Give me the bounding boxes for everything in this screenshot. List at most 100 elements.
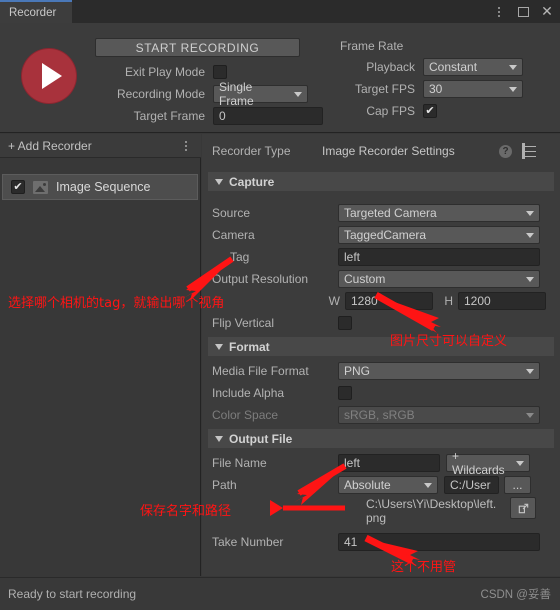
output-resolution-label: Output Resolution [212,272,309,286]
chevron-down-icon [516,460,524,466]
include-alpha-checkbox[interactable] [338,386,352,400]
playback-label: Playback [366,60,415,74]
record-button[interactable] [22,49,76,103]
recording-mode-dropdown[interactable]: Single Frame [213,80,308,108]
playback-value: Constant [429,60,478,74]
file-name-input[interactable]: left [338,454,440,472]
color-space-dropdown: sRGB, sRGB [338,406,540,424]
status-message: Ready to start recording [8,587,137,601]
wildcards-label: + Wildcards [452,449,505,477]
recorder-type-value: Image Recorder Settings [322,144,455,158]
recorder-type-row: Recorder Type Image Recorder Settings ? [202,141,560,161]
exit-play-mode-checkbox[interactable] [213,65,227,79]
chevron-down-icon [526,232,534,238]
target-frame-input[interactable]: 0 [213,107,323,125]
source-dropdown[interactable]: Targeted Camera [338,204,540,222]
chevron-down-icon [526,276,534,282]
cap-fps-row: Cap FPS ✔ [340,102,437,120]
recorder-window: Recorder ✕ START RECORDING Exit Play Mod… [0,0,560,610]
window-controls: ✕ [492,0,554,23]
section-format-title: Format [229,339,270,354]
section-capture-title: Capture [229,174,275,189]
path-input-value: C:/User [450,478,491,492]
source-value: Targeted Camera [344,206,437,220]
width-prefix-label: W [328,294,340,308]
kebab-menu-icon[interactable] [492,5,506,19]
path-type-dropdown[interactable]: Absolute [338,476,438,494]
recording-mode-row: Recording Mode Single Frame [95,80,308,108]
target-fps-row: Target FPS 30 [340,80,523,98]
image-icon [33,180,48,194]
section-output-file[interactable]: Output File [208,429,554,448]
chevron-down-icon [509,86,517,92]
chevron-down-icon [215,343,223,350]
tag-input[interactable]: left [338,248,540,266]
camera-dropdown[interactable]: TaggedCamera [338,226,540,244]
wildcards-dropdown[interactable]: + Wildcards [446,449,530,477]
chevron-down-icon [215,178,223,185]
exit-play-mode-label: Exit Play Mode [124,65,205,79]
media-file-format-label: Media File Format [212,364,309,378]
color-space-row: Color Space sRGB, sRGB [212,406,552,424]
preset-settings-icon[interactable] [522,143,536,159]
recorder-list-panel: + Add Recorder ✔ Image Sequence [0,134,201,576]
external-link-icon[interactable] [510,497,536,519]
playback-dropdown[interactable]: Constant [423,58,523,76]
recorder-type-label: Recorder Type [212,144,291,158]
chevron-down-icon [509,64,517,70]
tag-label: Tag [230,250,250,264]
media-file-format-value: PNG [344,364,371,378]
browse-label: ... [512,478,523,492]
play-triangle-icon [42,63,62,89]
cap-fps-checkbox[interactable]: ✔ [423,104,437,118]
target-fps-value: 30 [429,82,443,96]
exit-play-mode-row: Exit Play Mode [95,63,227,81]
section-output-file-title: Output File [229,431,293,446]
media-file-format-dropdown[interactable]: PNG [338,362,540,380]
chevron-down-icon [424,482,432,488]
recording-mode-label: Recording Mode [116,87,205,101]
section-format[interactable]: Format [208,337,554,356]
flip-vertical-checkbox[interactable] [338,316,352,330]
output-resolution-dropdown[interactable]: Custom [338,270,540,288]
target-fps-label: Target FPS [354,82,415,96]
start-recording-button[interactable]: START RECORDING [95,38,300,57]
path-label: Path [212,478,237,492]
flip-vertical-row: Flip Vertical [212,314,552,332]
camera-row: Camera TaggedCamera [212,226,552,244]
list-item[interactable]: ✔ Image Sequence [2,174,198,200]
add-recorder-label: + Add Recorder [8,138,92,153]
width-input[interactable]: 1280 [345,292,433,310]
media-file-format-row: Media File Format PNG [212,362,552,380]
help-icon[interactable]: ? [499,144,512,158]
browse-button[interactable]: ... [504,476,531,494]
color-space-label: Color Space [212,408,279,422]
resolved-path-text: C:\Users\Yi\Desktop\left.png [366,497,497,525]
path-input[interactable]: C:/User [444,476,499,494]
take-number-input[interactable]: 41 [338,533,540,551]
tab-recorder[interactable]: Recorder [0,0,72,23]
color-space-value: sRGB, sRGB [344,408,415,422]
include-alpha-row: Include Alpha [212,384,552,402]
external-link-glyph [518,503,528,513]
maximize-icon[interactable] [516,5,530,19]
add-recorder-bar[interactable]: + Add Recorder [0,134,201,158]
take-number-value: 41 [344,535,358,549]
take-number-label: Take Number [212,535,284,549]
camera-value: TaggedCamera [344,228,427,242]
target-frame-label: Target Frame [133,109,205,123]
recorder-list-options-icon[interactable] [179,139,193,153]
flip-vertical-label: Flip Vertical [212,316,275,330]
target-frame-value: 0 [219,109,226,123]
watermark-text: CSDN @妥善 [480,589,551,601]
list-item-label: Image Sequence [56,180,151,194]
image-sequence-checkbox[interactable]: ✔ [11,180,25,194]
recording-mode-value: Single Frame [219,80,254,108]
status-bar: Ready to start recording CSDN @妥善 [0,577,560,610]
check-glyph: ✔ [13,180,23,193]
target-fps-dropdown[interactable]: 30 [423,80,523,98]
close-icon[interactable]: ✕ [540,5,554,19]
height-input[interactable]: 1200 [458,292,546,310]
section-capture[interactable]: Capture [208,172,554,191]
target-frame-row: Target Frame 0 [95,107,323,125]
